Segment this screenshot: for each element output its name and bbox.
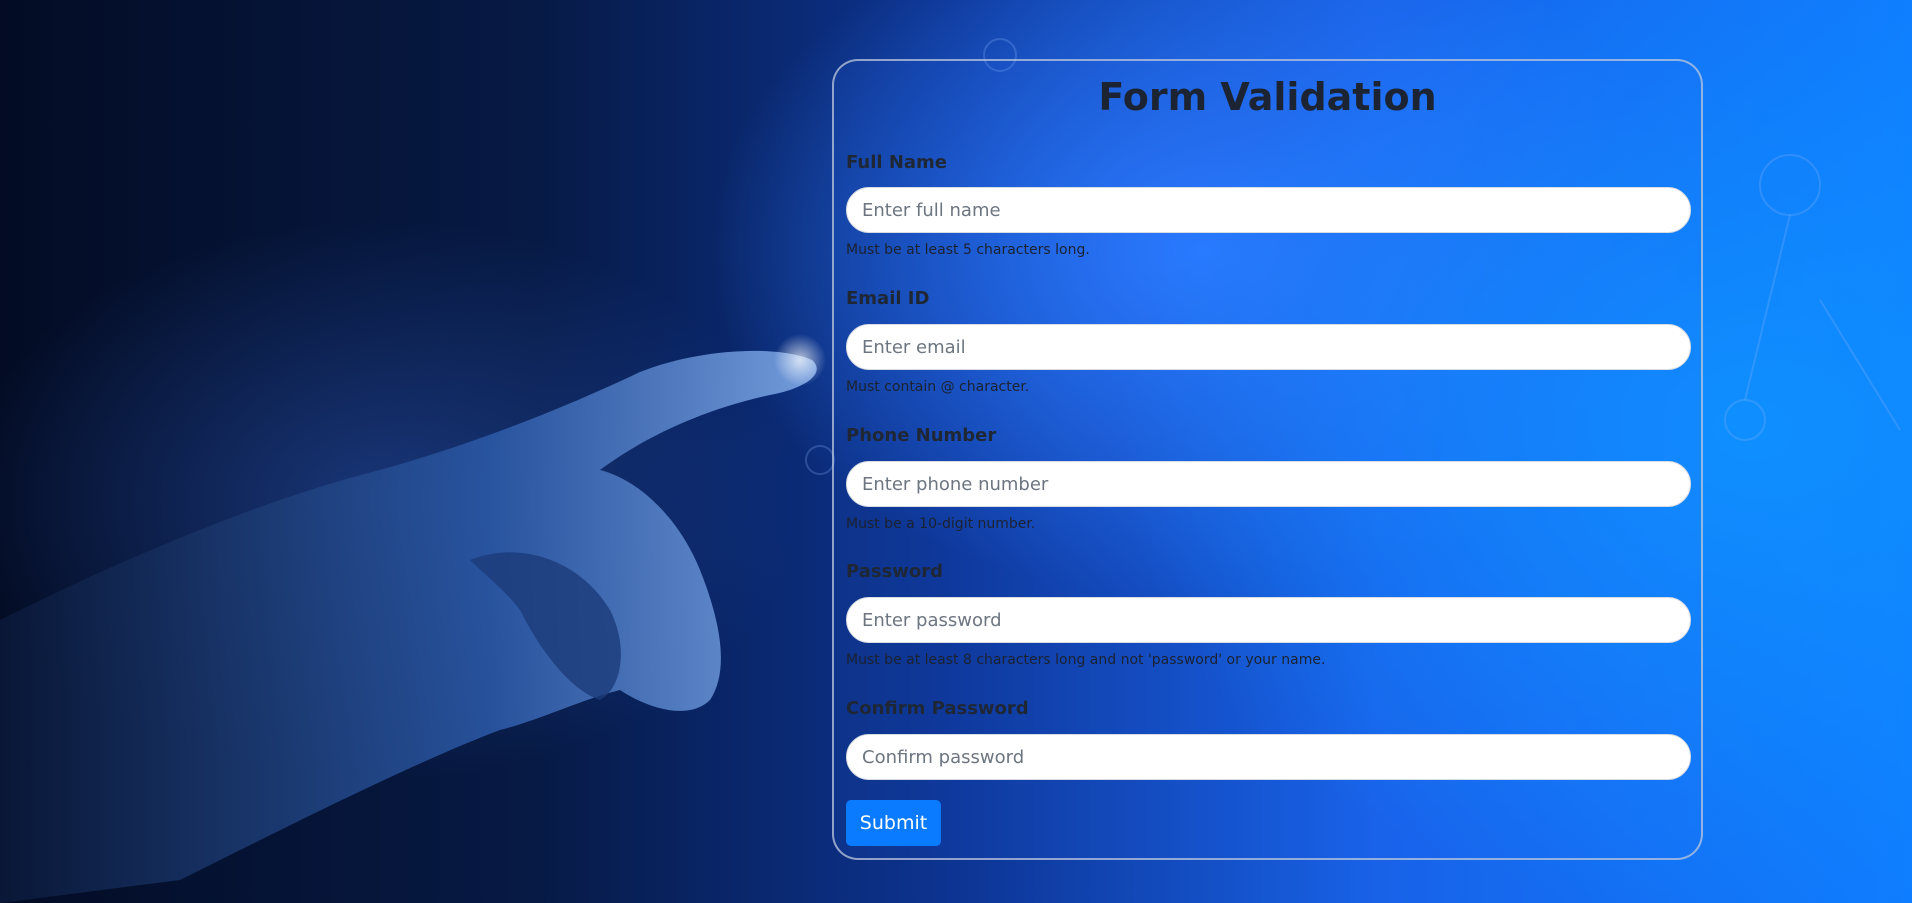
form-title: Form Validation bbox=[1098, 75, 1437, 119]
password-hint: Must be at least 8 characters long and n… bbox=[846, 652, 1326, 668]
form-card: Form Validation Full Name Must be at lea… bbox=[832, 59, 1703, 860]
phone-input[interactable] bbox=[846, 461, 1691, 507]
email-hint: Must contain @ character. bbox=[846, 379, 1030, 395]
email-label: Email ID bbox=[846, 288, 930, 309]
password-input[interactable] bbox=[846, 597, 1691, 643]
full-name-label: Full Name bbox=[846, 152, 947, 173]
full-name-input[interactable] bbox=[846, 187, 1691, 233]
phone-hint: Must be a 10-digit number. bbox=[846, 516, 1036, 532]
full-name-hint: Must be at least 5 characters long. bbox=[846, 242, 1090, 258]
confirm-password-input[interactable] bbox=[846, 734, 1691, 780]
phone-label: Phone Number bbox=[846, 425, 997, 446]
email-input[interactable] bbox=[846, 324, 1691, 370]
password-label: Password bbox=[846, 561, 944, 582]
confirm-password-label: Confirm Password bbox=[846, 698, 1029, 719]
submit-button[interactable]: Submit bbox=[846, 800, 941, 846]
